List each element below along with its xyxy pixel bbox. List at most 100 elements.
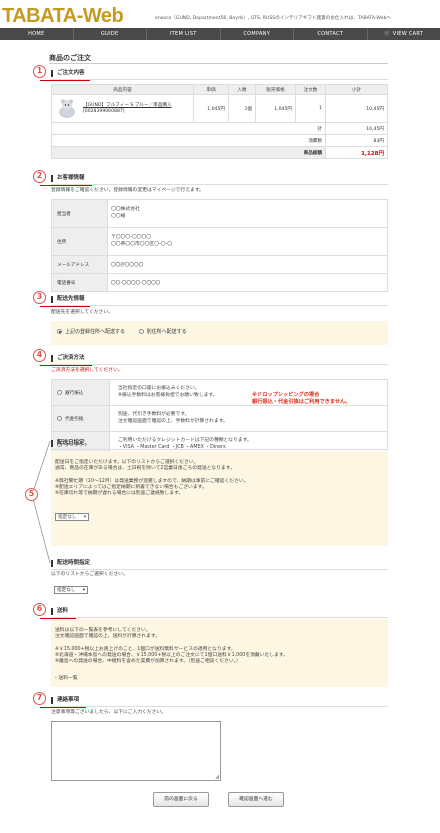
table-row: 住所 〒〇〇〇-〇〇〇〇 〇〇県〇〇市〇〇区〇-〇-〇 — [51, 227, 388, 256]
row-value: 〇〇株式会社 〇〇様 — [107, 199, 388, 228]
order-heading: ご注文内容 — [51, 70, 85, 77]
resize-handle-icon[interactable]: ◢ — [215, 774, 219, 780]
table-row: 担当者 〇〇株式会社 〇〇様 — [51, 199, 388, 228]
shipping-fee-box: 送料は以下の一覧表を参考にしてください。 注文確認画面で確認の上、送料が計算され… — [51, 619, 388, 687]
tax-row: 消費税 83円 — [51, 134, 388, 147]
table-row: 【GUND】フルフィー S ブルー／単品購入 [0028399060887] 1… — [51, 94, 388, 123]
back-button[interactable]: 前の画面に戻る — [153, 792, 209, 807]
shipping-option-other[interactable]: 別住所へ配送する — [138, 329, 187, 335]
nav-contact[interactable]: CONTACT — [294, 28, 368, 40]
site-tagline: enesco（GUND, Department56, Boyds）, GTS, … — [155, 16, 391, 21]
contact-text: 注意事項等ございましたら、以下にご入力ください。 — [51, 710, 167, 715]
shipping-heading: 配送先情報 — [51, 296, 85, 303]
heading-underline — [40, 365, 92, 366]
divider — [51, 305, 388, 306]
heading-underline — [40, 80, 90, 81]
total-label: 計 — [51, 122, 326, 135]
customer-table: 担当者 〇〇株式会社 〇〇様 住所 〒〇〇〇-〇〇〇〇 〇〇県〇〇市〇〇区〇-〇-〇… — [51, 199, 388, 292]
delivery-date-select[interactable]: 指定なし ▾ — [55, 512, 89, 521]
shipping-options: 上記の登録住所へ配送する 別住所へ配送する — [51, 321, 388, 345]
payment-heading: ご決済方法 — [51, 355, 85, 362]
delivery-date-heading: 配送日指定 — [51, 440, 85, 447]
divider — [51, 449, 388, 450]
nav-view-cart[interactable]: 🛒 VIEW CART — [368, 28, 440, 40]
total-row: 計 10,45円 — [51, 122, 388, 135]
row-label: メールアドレス — [51, 255, 108, 274]
customer-heading: お客様情報 — [51, 175, 85, 182]
table-row: 電話番号 〇〇-〇〇〇〇-〇〇〇〇 — [51, 273, 388, 292]
radio-icon — [57, 415, 62, 421]
sale-price: 1,045円 — [255, 94, 296, 123]
shipping-fee-list-link[interactable]: › 送料一覧 — [55, 676, 384, 682]
chevron-down-icon: ▾ — [83, 514, 86, 520]
global-nav: HOME GUIDE ITEM LIST COMPANY CONTACT 🛒 V… — [0, 28, 440, 40]
grand-total-label: 商品総額 — [51, 146, 326, 159]
nav-item-list[interactable]: ITEM LIST — [147, 28, 221, 40]
unit-price: 1,045円 — [193, 94, 229, 123]
row-value: 〒〇〇〇-〇〇〇〇 〇〇県〇〇市〇〇区〇-〇-〇 — [107, 227, 388, 256]
nav-view-cart-label: VIEW CART — [392, 31, 424, 37]
grand-total-value: 1,128円 — [325, 146, 388, 159]
grand-total-row: 商品総額 1,128円 — [51, 146, 388, 159]
link-label: 送料一覧 — [58, 675, 78, 681]
chevron-down-icon: ▾ — [82, 588, 85, 593]
heading-underline — [40, 185, 92, 186]
col-header: 単価 — [193, 84, 229, 95]
line-subtotal: 10,45円 — [325, 94, 388, 123]
delivery-date-box: 配送日をご指定いただけます。以下のリストからご選択ください。 通常、商品の在庫が… — [51, 451, 388, 546]
radio-icon — [138, 329, 144, 334]
row-value: 〇〇-〇〇〇〇-〇〇〇〇 — [107, 273, 388, 292]
item-name-link[interactable]: 【GUND】フルフィー S ブルー／単品購入 — [83, 103, 172, 109]
order-table-header: 商品内容 単価 入数 販売価格 注文数 小計 — [51, 84, 388, 95]
marker-4: 4 — [33, 349, 46, 362]
contact-textarea[interactable]: ◢ — [51, 721, 221, 781]
table-row: メールアドレス 〇〇＠〇〇〇〇 — [51, 255, 388, 274]
shipping-fee-heading: 送料 — [51, 608, 68, 615]
total-value: 10,45円 — [325, 122, 388, 135]
radio-icon — [57, 329, 62, 334]
cart-icon: 🛒 — [384, 31, 393, 37]
nav-home[interactable]: HOME — [0, 28, 74, 40]
product-thumbnail — [59, 99, 75, 118]
col-header: 販売価格 — [255, 84, 296, 95]
customer-intro: 登録情報をご確認ください。登録情報の変更はマイページで行えます。 — [51, 188, 204, 193]
divider — [49, 63, 388, 64]
delivery-time-heading: 配送時間指定 — [51, 560, 90, 567]
selected-value: 指定なし — [57, 588, 76, 593]
shipping-intro: 配送先を選択してください。 — [51, 310, 114, 315]
option-label: 別住所へ配送する — [146, 329, 187, 335]
option-label: 上記の登録住所へ配送する — [65, 329, 126, 335]
marker-5: 5 — [25, 488, 38, 501]
divider — [51, 569, 388, 570]
divider — [51, 364, 388, 365]
dropship-warning: ※ドロップシッピングの場合 銀行振込・代金引換はご利用できません。 — [252, 392, 351, 405]
row-label: 電話番号 — [51, 273, 108, 292]
page-title: 商品のご注文 — [49, 54, 91, 62]
tax-value: 83円 — [325, 134, 388, 147]
col-header: 注文数 — [295, 84, 326, 95]
payment-option-cod[interactable]: 代金引換 — [51, 405, 110, 432]
marker-2: 2 — [33, 170, 46, 183]
selected-value: 指定なし — [58, 514, 77, 520]
pack-size: 1個 — [228, 94, 256, 123]
marker-1: 1 — [33, 65, 46, 78]
col-header: 入数 — [228, 84, 256, 95]
divider — [51, 617, 388, 618]
delivery-time-select[interactable]: 指定なし ▾ — [54, 586, 88, 594]
heading-underline — [40, 707, 86, 708]
row-value: 〇〇＠〇〇〇〇 — [107, 255, 388, 274]
payment-option-bank[interactable]: 銀行振込 — [51, 379, 110, 406]
payment-row: 代金引換 別途、代引き手数料が必要です。 注文確認画面で確認の上、手数料が計算され… — [51, 405, 388, 432]
shipping-option-registered[interactable]: 上記の登録住所へ配送する — [57, 329, 125, 335]
col-header: 商品内容 — [51, 84, 194, 95]
site-logo[interactable]: TABATA-Web — [2, 5, 124, 28]
nav-company[interactable]: COMPANY — [221, 28, 294, 40]
marker-7: 7 — [33, 692, 46, 705]
option-label: 代金引換 — [65, 416, 84, 422]
contact-heading: 連絡事項 — [51, 697, 79, 704]
confirm-button[interactable]: 確認画面へ進む — [228, 792, 284, 807]
payment-table: 銀行振込 当社指定の口座にお振込みください。 ※振込手数料はお客様負担でお願い致し… — [51, 379, 388, 458]
nav-guide[interactable]: GUIDE — [74, 28, 147, 40]
tax-label: 消費税 — [51, 134, 326, 147]
item-cell: 【GUND】フルフィー S ブルー／単品購入 [0028399060887] — [51, 94, 194, 123]
